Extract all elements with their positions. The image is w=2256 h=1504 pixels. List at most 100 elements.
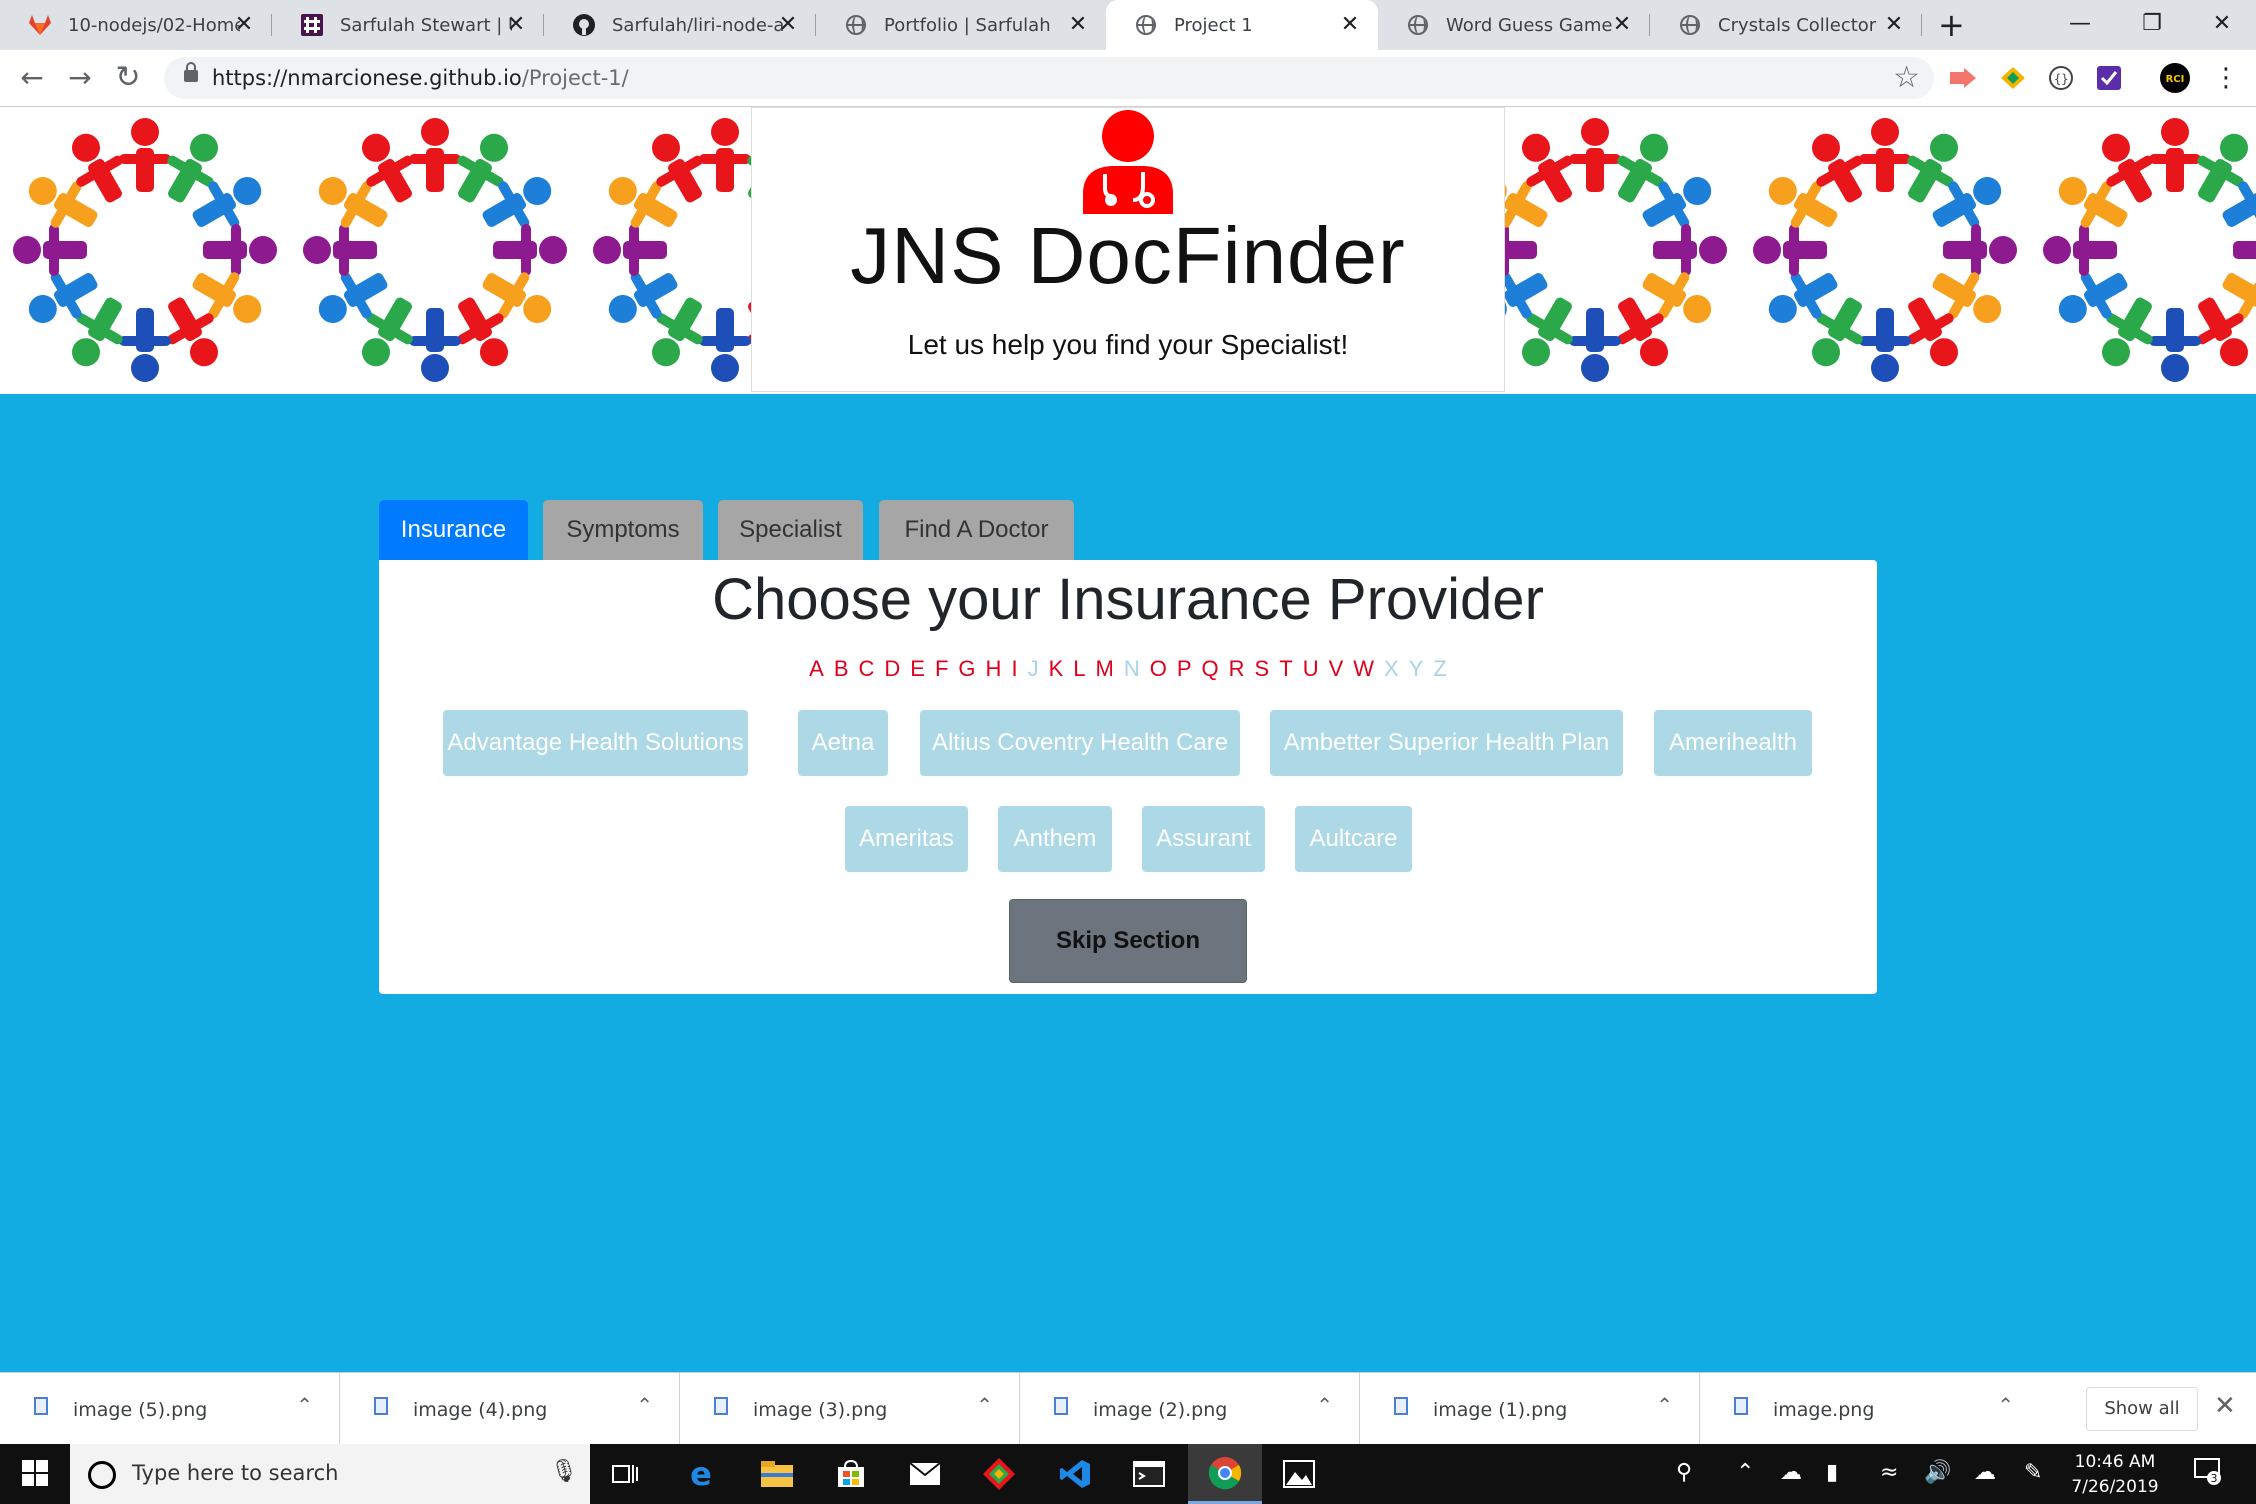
photos-icon[interactable] xyxy=(1262,1444,1336,1504)
browser-tab[interactable]: Sarfulah/liri-node-app ✕ xyxy=(544,0,816,50)
alphabet-letter[interactable]: K xyxy=(1049,656,1064,682)
close-downloads-icon[interactable]: ✕ xyxy=(2214,1391,2236,1421)
minimize-button[interactable]: — xyxy=(2058,4,2102,44)
extension-checkbox-icon[interactable] xyxy=(2094,63,2124,93)
close-tab-icon[interactable]: ✕ xyxy=(504,12,528,38)
alphabet-letter[interactable]: M xyxy=(1096,656,1114,682)
download-item[interactable]: image.png ⌃ xyxy=(1700,1373,2040,1445)
download-item[interactable]: image (4).png ⌃ xyxy=(340,1373,680,1445)
alphabet-letter[interactable]: B xyxy=(834,656,849,682)
browser-tab-active[interactable]: Project 1 ✕ xyxy=(1106,0,1378,50)
bookmark-star-icon[interactable]: ☆ xyxy=(1893,60,1920,95)
terminal-icon[interactable] xyxy=(1112,1444,1186,1504)
people-icon[interactable]: ⚲ xyxy=(1676,1460,1692,1485)
window-close-button[interactable]: ✕ xyxy=(2200,4,2244,44)
alphabet-letter[interactable]: A xyxy=(809,656,824,682)
wifi-icon[interactable]: ≈ xyxy=(1880,1460,1898,1485)
forward-arrow-icon[interactable]: → xyxy=(62,60,98,96)
alphabet-letter[interactable]: R xyxy=(1229,656,1245,682)
alphabet-letter[interactable]: F xyxy=(935,656,948,682)
reload-icon[interactable]: ↻ xyxy=(110,60,146,96)
chevron-up-icon[interactable]: ⌃ xyxy=(636,1393,653,1417)
provider-button[interactable]: Ameritas xyxy=(845,806,968,872)
chevron-up-icon[interactable]: ⌃ xyxy=(296,1393,313,1417)
download-item[interactable]: image (5).png ⌃ xyxy=(0,1373,340,1445)
browser-tab[interactable]: Portfolio | Sarfulah Ste ✕ xyxy=(816,0,1106,50)
extension-arrow-icon[interactable] xyxy=(1948,63,1978,93)
restore-button[interactable]: ❐ xyxy=(2130,4,2174,44)
chevron-up-icon[interactable]: ⌃ xyxy=(1656,1393,1673,1417)
alphabet-letter[interactable]: L xyxy=(1073,656,1085,682)
volume-icon[interactable]: 🔊 xyxy=(1924,1460,1951,1485)
cloud-upload-icon[interactable]: ☁ xyxy=(1974,1460,1996,1485)
mail-icon[interactable] xyxy=(888,1444,962,1504)
chevron-up-icon[interactable]: ⌃ xyxy=(1736,1460,1754,1485)
show-all-downloads-button[interactable]: Show all xyxy=(2086,1387,2198,1431)
alphabet-letter[interactable]: D xyxy=(884,656,900,682)
tab-find-a-doctor[interactable]: Find A Doctor xyxy=(879,500,1074,560)
tab-specialist[interactable]: Specialist xyxy=(718,500,863,560)
alphabet-letter[interactable]: O xyxy=(1150,656,1167,682)
skip-section-button[interactable]: Skip Section xyxy=(1009,899,1247,983)
alphabet-letter[interactable]: G xyxy=(958,656,975,682)
provider-button[interactable]: Amerihealth xyxy=(1654,710,1812,776)
alphabet-letter[interactable]: S xyxy=(1255,656,1270,682)
alphabet-letter[interactable]: Q xyxy=(1202,656,1219,682)
edge-browser-icon[interactable]: e xyxy=(664,1444,738,1504)
extension-code-icon[interactable]: {} xyxy=(2046,63,2076,93)
chevron-up-icon[interactable]: ⌃ xyxy=(1997,1393,2014,1417)
microsoft-store-icon[interactable] xyxy=(814,1444,888,1504)
task-view-icon[interactable] xyxy=(588,1444,662,1504)
profile-avatar[interactable]: RCI xyxy=(2160,63,2190,93)
alphabet-letter[interactable]: E xyxy=(910,656,925,682)
action-center-icon[interactable]: 3 xyxy=(2194,1456,2222,1492)
provider-button[interactable]: Ambetter Superior Health Plan xyxy=(1270,710,1623,776)
provider-button[interactable]: Advantage Health Solutions xyxy=(443,710,748,776)
browser-tab[interactable]: Sarfulah Stewart | UPEN ✕ xyxy=(272,0,544,50)
address-bar[interactable]: https://nmarcionese.github.io/Project-1/… xyxy=(164,57,1934,99)
alphabet-letter[interactable]: I xyxy=(1011,656,1017,682)
close-tab-icon[interactable]: ✕ xyxy=(1610,12,1634,38)
chevron-up-icon[interactable]: ⌃ xyxy=(976,1393,993,1417)
download-item[interactable]: image (1).png ⌃ xyxy=(1360,1373,1700,1445)
chrome-icon[interactable] xyxy=(1188,1444,1262,1504)
file-explorer-icon[interactable] xyxy=(740,1444,814,1504)
git-kraken-icon[interactable] xyxy=(962,1444,1036,1504)
provider-button[interactable]: Anthem xyxy=(998,806,1112,872)
close-tab-icon[interactable]: ✕ xyxy=(1338,12,1362,38)
browser-tab[interactable]: 10-nodejs/02-Homew ✕ xyxy=(0,0,272,50)
alphabet-letter[interactable]: V xyxy=(1329,656,1344,682)
browser-tab[interactable]: Word Guess Game ✕ xyxy=(1378,0,1650,50)
pen-icon[interactable]: ✎ xyxy=(2024,1460,2042,1485)
chevron-up-icon[interactable]: ⌃ xyxy=(1316,1393,1333,1417)
alphabet-letter[interactable]: W xyxy=(1353,656,1374,682)
extension-diamond-icon[interactable] xyxy=(1998,63,2028,93)
menu-kebab-icon[interactable]: ⋮ xyxy=(2208,60,2244,96)
provider-button[interactable]: Aultcare xyxy=(1295,806,1412,872)
download-item[interactable]: image (3).png ⌃ xyxy=(680,1373,1020,1445)
back-arrow-icon[interactable]: ← xyxy=(14,60,50,96)
download-item[interactable]: image (2).png ⌃ xyxy=(1020,1373,1360,1445)
tab-symptoms[interactable]: Symptoms xyxy=(543,500,703,560)
new-tab-button[interactable]: + xyxy=(1938,8,1965,42)
provider-button[interactable]: Assurant xyxy=(1142,806,1265,872)
microphone-icon[interactable]: 🎙 xyxy=(550,1459,578,1484)
close-tab-icon[interactable]: ✕ xyxy=(1882,12,1906,38)
vscode-icon[interactable] xyxy=(1038,1444,1112,1504)
browser-tab[interactable]: Crystals Collector ✕ xyxy=(1650,0,1922,50)
alphabet-letter[interactable]: T xyxy=(1279,656,1292,682)
tab-insurance[interactable]: Insurance xyxy=(379,500,528,560)
close-tab-icon[interactable]: ✕ xyxy=(232,12,256,38)
provider-button[interactable]: Altius Coventry Health Care xyxy=(920,710,1240,776)
provider-button[interactable]: Aetna xyxy=(798,710,888,776)
taskbar-search-box[interactable]: Type here to search 🎙 xyxy=(70,1444,590,1504)
alphabet-letter[interactable]: H xyxy=(986,656,1002,682)
windows-start-icon[interactable] xyxy=(22,1460,48,1490)
alphabet-letter[interactable]: P xyxy=(1177,656,1192,682)
battery-icon[interactable]: ▮ xyxy=(1826,1460,1838,1485)
onedrive-icon[interactable]: ☁ xyxy=(1780,1460,1802,1485)
alphabet-letter[interactable]: U xyxy=(1303,656,1319,682)
alphabet-letter[interactable]: C xyxy=(859,656,875,682)
close-tab-icon[interactable]: ✕ xyxy=(776,12,800,38)
close-tab-icon[interactable]: ✕ xyxy=(1066,12,1090,38)
